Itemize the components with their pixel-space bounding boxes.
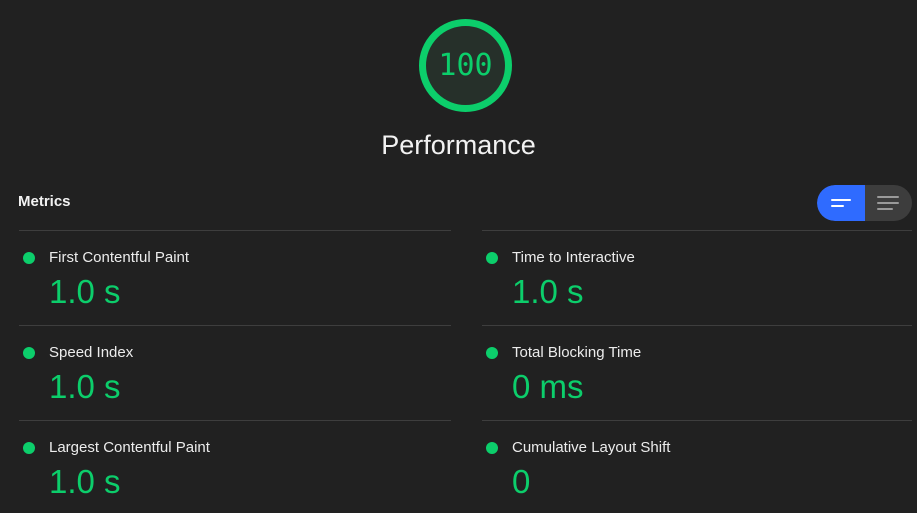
pass-indicator-icon [23, 442, 35, 454]
metric-total-blocking-time[interactable]: Total Blocking Time 0 ms [482, 325, 912, 420]
metric-value: 1.0 s [49, 368, 121, 405]
metric-speed-index[interactable]: Speed Index 1.0 s [19, 325, 451, 420]
metric-value: 1.0 s [49, 273, 121, 310]
compact-list-icon [830, 199, 851, 207]
metric-value: 0 [512, 463, 531, 500]
compact-view-button[interactable] [817, 185, 865, 221]
metric-title: First Contentful Paint [49, 249, 190, 266]
metric-cumulative-layout-shift[interactable]: Cumulative Layout Shift 0 [482, 420, 912, 513]
metric-title: Largest Contentful Paint [49, 439, 210, 456]
metric-value: 0 ms [512, 368, 584, 405]
performance-score: 100 [438, 48, 493, 83]
metric-title: Cumulative Layout Shift [512, 439, 671, 456]
metrics-heading: Metrics [18, 193, 71, 210]
metric-first-contentful-paint[interactable]: First Contentful Paint 1.0 s [19, 230, 451, 325]
pass-indicator-icon [23, 252, 35, 264]
expanded-list-icon [877, 196, 900, 210]
pass-indicator-icon [486, 442, 498, 454]
metric-time-to-interactive[interactable]: Time to Interactive 1.0 s [482, 230, 912, 325]
performance-score-gauge[interactable]: 100 [419, 19, 512, 112]
pass-indicator-icon [486, 347, 498, 359]
metric-title: Time to Interactive [512, 249, 635, 266]
metric-title: Speed Index [49, 344, 134, 361]
category-title: Performance [381, 130, 536, 160]
metric-value: 1.0 s [49, 463, 121, 500]
expanded-view-button[interactable] [865, 185, 913, 221]
metric-title: Total Blocking Time [512, 344, 642, 361]
metrics-view-toggle[interactable] [817, 185, 912, 221]
metric-largest-contentful-paint[interactable]: Largest Contentful Paint 1.0 s [19, 420, 451, 513]
metric-value: 1.0 s [512, 273, 584, 310]
pass-indicator-icon [486, 252, 498, 264]
pass-indicator-icon [23, 347, 35, 359]
lighthouse-report: 100 Performance Metrics First Contentful… [0, 0, 917, 513]
